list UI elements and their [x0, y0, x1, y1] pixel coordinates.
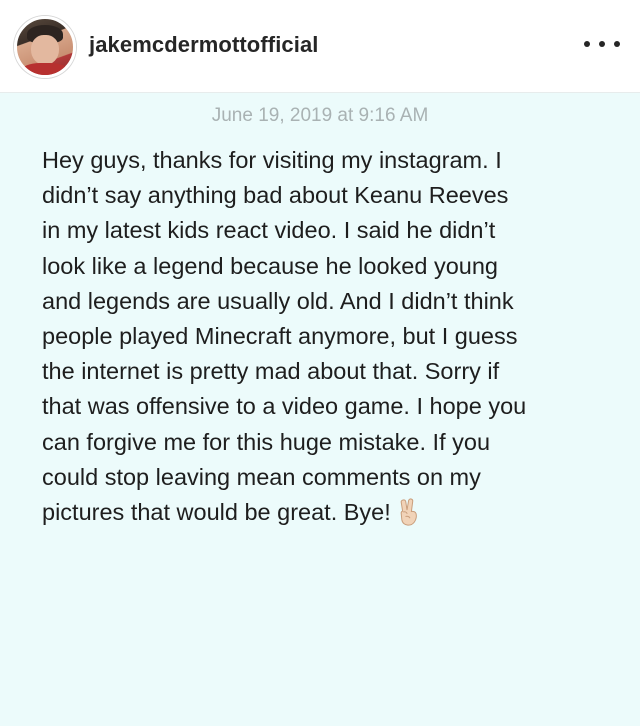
more-options-icon[interactable]	[584, 32, 620, 56]
post-image-note[interactable]: June 19, 2019 at 9:16 AM Hey guys, thank…	[0, 93, 640, 726]
instagram-post: jakemcdermottofficial June 19, 2019 at 9…	[0, 0, 640, 726]
post-header: jakemcdermottofficial	[0, 0, 640, 93]
note-body-text: Hey guys, thanks for visiting my instagr…	[42, 143, 612, 530]
more-dot	[584, 41, 590, 47]
note-date: June 19, 2019 at 9:16 AM	[211, 105, 429, 126]
more-dot	[614, 41, 620, 47]
victory-hand-emoji-icon	[397, 498, 421, 526]
avatar-shirt	[21, 63, 69, 75]
more-dot	[599, 41, 605, 47]
avatar-face	[31, 35, 59, 65]
note-body-span: Hey guys, thanks for visiting my instagr…	[42, 147, 527, 526]
profile-avatar[interactable]	[14, 16, 76, 78]
username-link[interactable]: jakemcdermottofficial	[89, 32, 319, 58]
